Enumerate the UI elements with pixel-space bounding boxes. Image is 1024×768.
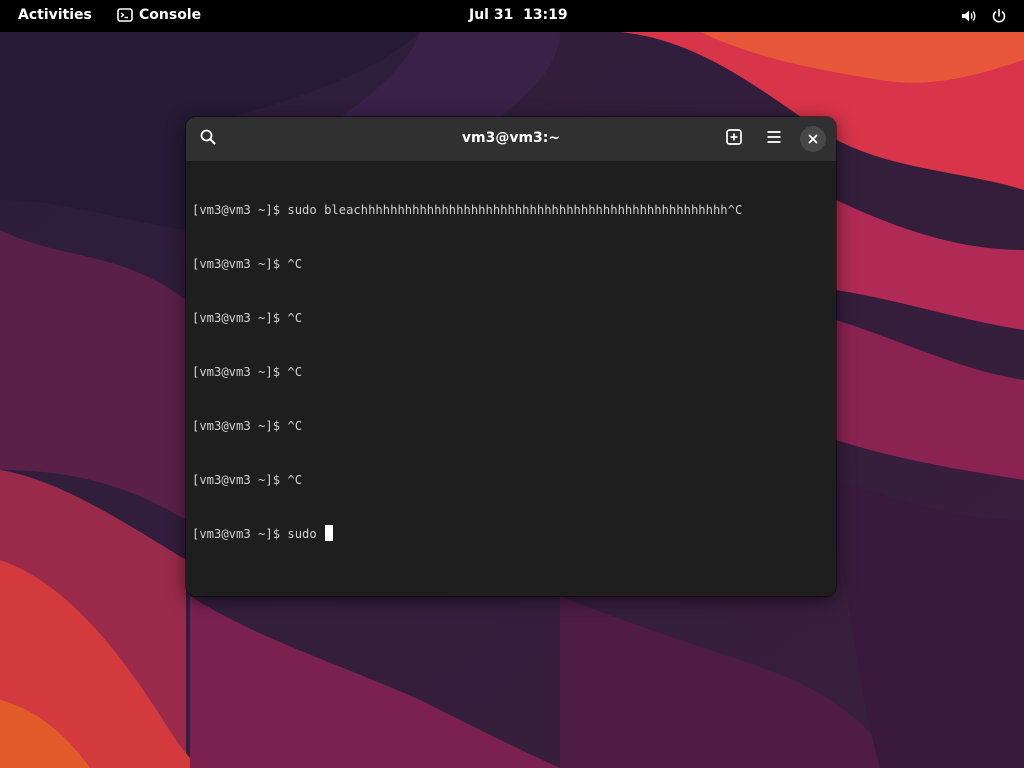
terminal-line: [vm3@vm3 ~]$ ^C <box>192 419 303 433</box>
terminal-line: [vm3@vm3 ~]$ ^C <box>192 311 303 325</box>
terminal-line: [vm3@vm3 ~]$ ^C <box>192 365 303 379</box>
activities-button[interactable]: Activities <box>18 7 92 23</box>
terminal-window[interactable]: vm3@vm3:~ [vm3@vm3 ~]$ sudo bleachhhhhhh… <box>186 117 836 596</box>
terminal-output[interactable]: [vm3@vm3 ~]$ sudo bleachhhhhhhhhhhhhhhhh… <box>192 165 828 585</box>
hamburger-menu-icon <box>765 128 783 150</box>
new-tab-icon <box>725 128 743 150</box>
volume-icon[interactable] <box>960 7 978 25</box>
terminal-prompt-line[interactable]: [vm3@vm3 ~]$ sudo <box>192 525 828 543</box>
terminal-line: [vm3@vm3 ~]$ sudo bleachhhhhhhhhhhhhhhhh… <box>192 203 743 217</box>
close-icon <box>807 130 819 149</box>
system-tray[interactable] <box>960 7 1008 25</box>
close-button[interactable] <box>800 126 826 152</box>
terminal-line: [vm3@vm3 ~]$ ^C <box>192 257 303 271</box>
power-icon[interactable] <box>990 7 1008 25</box>
top-bar: Activities Console Jul 31 13:19 <box>0 0 1024 32</box>
terminal-icon <box>117 7 133 23</box>
terminal-line: [vm3@vm3 ~]$ ^C <box>192 473 303 487</box>
clock-button[interactable]: Jul 31 13:19 <box>469 7 568 23</box>
terminal-cursor <box>325 525 334 541</box>
main-menu-button[interactable] <box>759 124 789 154</box>
app-menu-button[interactable]: Console <box>117 7 201 23</box>
new-tab-button[interactable] <box>719 124 749 154</box>
terminal-input-text: [vm3@vm3 ~]$ sudo <box>192 527 325 541</box>
app-name-label: Console <box>139 7 202 23</box>
window-headerbar[interactable]: vm3@vm3:~ <box>186 117 836 162</box>
